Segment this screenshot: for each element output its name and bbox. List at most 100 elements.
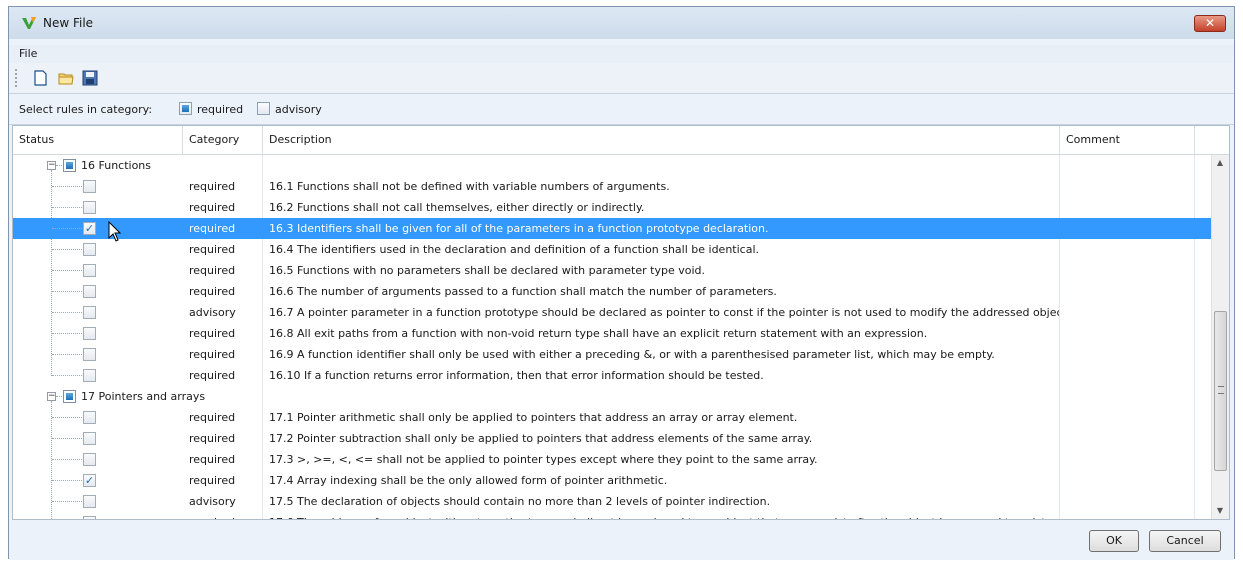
rule-comment[interactable]: [1060, 218, 1195, 239]
rule-checkbox[interactable]: [83, 327, 96, 340]
rule-comment[interactable]: [1060, 197, 1195, 218]
scroll-up-arrow-icon[interactable]: ▲: [1215, 158, 1225, 168]
column-header-description[interactable]: Description: [263, 126, 1060, 154]
group-checkbox[interactable]: [63, 159, 76, 172]
rule-comment[interactable]: [1060, 512, 1195, 519]
rule-checkbox[interactable]: [83, 369, 96, 382]
rule-description: 17.2 Pointer subtraction shall only be a…: [263, 428, 1060, 449]
rule-description: 16.10 If a function returns error inform…: [263, 365, 1060, 386]
rule-checkbox[interactable]: [83, 285, 96, 298]
ok-button[interactable]: OK: [1089, 530, 1139, 552]
rule-row[interactable]: required 16.4 The identifiers used in the…: [13, 239, 1211, 260]
group-comm-cell: [1060, 386, 1195, 407]
new-file-window: New File ✕ File Select rules in category…: [8, 6, 1235, 560]
rule-checkbox[interactable]: [83, 306, 96, 319]
rule-checkbox[interactable]: [83, 201, 96, 214]
rule-checkbox[interactable]: [83, 432, 96, 445]
new-file-icon[interactable]: [31, 69, 49, 87]
group-desc-cell: [263, 386, 1060, 407]
column-header-status[interactable]: Status: [13, 126, 183, 154]
group-cat-cell: [183, 155, 263, 176]
save-icon[interactable]: [81, 69, 99, 87]
rule-row[interactable]: required 16.1 Functions shall not be defi…: [13, 176, 1211, 197]
menu-file[interactable]: File: [19, 47, 37, 60]
vertical-scrollbar[interactable]: ▲ ▼: [1211, 155, 1229, 519]
rule-row[interactable]: required 16.10 If a function returns erro…: [13, 365, 1211, 386]
toolbar: [9, 63, 1234, 94]
rule-checkbox[interactable]: [83, 453, 96, 466]
rule-row[interactable]: required 17.3 >, >=, <, <= shall not be a…: [13, 449, 1211, 470]
rule-description: 16.1 Functions shall not be defined with…: [263, 176, 1060, 197]
collapse-icon[interactable]: −: [47, 161, 56, 170]
rule-row[interactable]: ✓ required 16.3 Identifiers shall be given…: [13, 218, 1211, 239]
rule-checkbox[interactable]: [83, 243, 96, 256]
toolbar-grip[interactable]: [15, 69, 19, 87]
window-title: New File: [43, 16, 94, 30]
rule-comment[interactable]: [1060, 176, 1195, 197]
rule-category: advisory: [183, 491, 263, 512]
rule-category: required: [183, 428, 263, 449]
rule-comment[interactable]: [1060, 260, 1195, 281]
tree-connector: [52, 501, 82, 502]
rule-comment[interactable]: [1060, 407, 1195, 428]
category-filter-bar: Select rules in category: required advis…: [9, 94, 1234, 125]
rule-comment[interactable]: [1060, 449, 1195, 470]
group-cat-cell: [183, 386, 263, 407]
scrollbar-thumb[interactable]: [1214, 311, 1227, 471]
rule-row[interactable]: required 16.5 Functions with no parameter…: [13, 260, 1211, 281]
rule-row[interactable]: required 16.2 Functions shall not call th…: [13, 197, 1211, 218]
rule-comment[interactable]: [1060, 344, 1195, 365]
rule-comment[interactable]: [1060, 470, 1195, 491]
rule-category: required: [183, 260, 263, 281]
group-checkbox[interactable]: [63, 390, 76, 403]
open-folder-icon[interactable]: [57, 69, 75, 87]
rule-checkbox[interactable]: [83, 348, 96, 361]
rule-category: required: [183, 449, 263, 470]
tree-connector: [52, 228, 82, 229]
menu-bar: File: [9, 45, 1234, 63]
rule-comment[interactable]: [1060, 239, 1195, 260]
rule-row[interactable]: advisory 17.5 The declaration of objects …: [13, 491, 1211, 512]
rule-comment[interactable]: [1060, 365, 1195, 386]
rule-checkbox[interactable]: [83, 495, 96, 508]
tree-group-row[interactable]: −16 Functions: [13, 155, 1211, 176]
close-button[interactable]: ✕: [1194, 15, 1226, 32]
rule-row[interactable]: required17.6 The address of an object wi…: [13, 512, 1211, 519]
collapse-icon[interactable]: −: [47, 392, 56, 401]
scroll-down-arrow-icon[interactable]: ▼: [1215, 506, 1225, 516]
title-bar: New File ✕: [9, 7, 1234, 39]
required-category-checkbox[interactable]: [179, 102, 192, 115]
rule-comment[interactable]: [1060, 323, 1195, 344]
rule-row[interactable]: advisory 16.7 A pointer parameter in a fu…: [13, 302, 1211, 323]
rule-row[interactable]: required 16.6 The number of arguments pas…: [13, 281, 1211, 302]
rule-comment[interactable]: [1060, 428, 1195, 449]
column-header-category[interactable]: Category: [183, 126, 263, 154]
tree-connector: [56, 165, 62, 166]
rule-category: required: [183, 344, 263, 365]
advisory-category-label: advisory: [275, 103, 322, 116]
advisory-category-checkbox[interactable]: [257, 102, 270, 115]
rule-row[interactable]: required 16.9 A function identifier shall…: [13, 344, 1211, 365]
rule-checkbox[interactable]: [83, 180, 96, 193]
tree-group-row[interactable]: −17 Pointers and arrays: [13, 386, 1211, 407]
column-header-comment[interactable]: Comment: [1060, 126, 1195, 154]
tree-connector: [52, 270, 82, 271]
rule-comment[interactable]: [1060, 491, 1195, 512]
rule-checkbox-checked[interactable]: ✓: [83, 222, 96, 235]
tree-connector: [52, 249, 82, 250]
rule-row[interactable]: ✓ required 17.4 Array indexing shall be th…: [13, 470, 1211, 491]
rule-category: required: [183, 239, 263, 260]
tree-connector: [52, 480, 82, 481]
rule-row[interactable]: required 17.2 Pointer subtraction shall o…: [13, 428, 1211, 449]
rule-row[interactable]: required 17.1 Pointer arithmetic shall on…: [13, 407, 1211, 428]
rule-checkbox-checked[interactable]: ✓: [83, 474, 96, 487]
rule-comment[interactable]: [1060, 302, 1195, 323]
rule-comment[interactable]: [1060, 281, 1195, 302]
rule-checkbox[interactable]: [83, 411, 96, 424]
tree-connector: [52, 312, 82, 313]
rule-row[interactable]: required 16.8 All exit paths from a funct…: [13, 323, 1211, 344]
rule-checkbox[interactable]: [83, 264, 96, 277]
tree-connector: [52, 354, 82, 355]
cancel-button[interactable]: Cancel: [1149, 530, 1221, 552]
rule-checkbox[interactable]: [83, 516, 96, 519]
